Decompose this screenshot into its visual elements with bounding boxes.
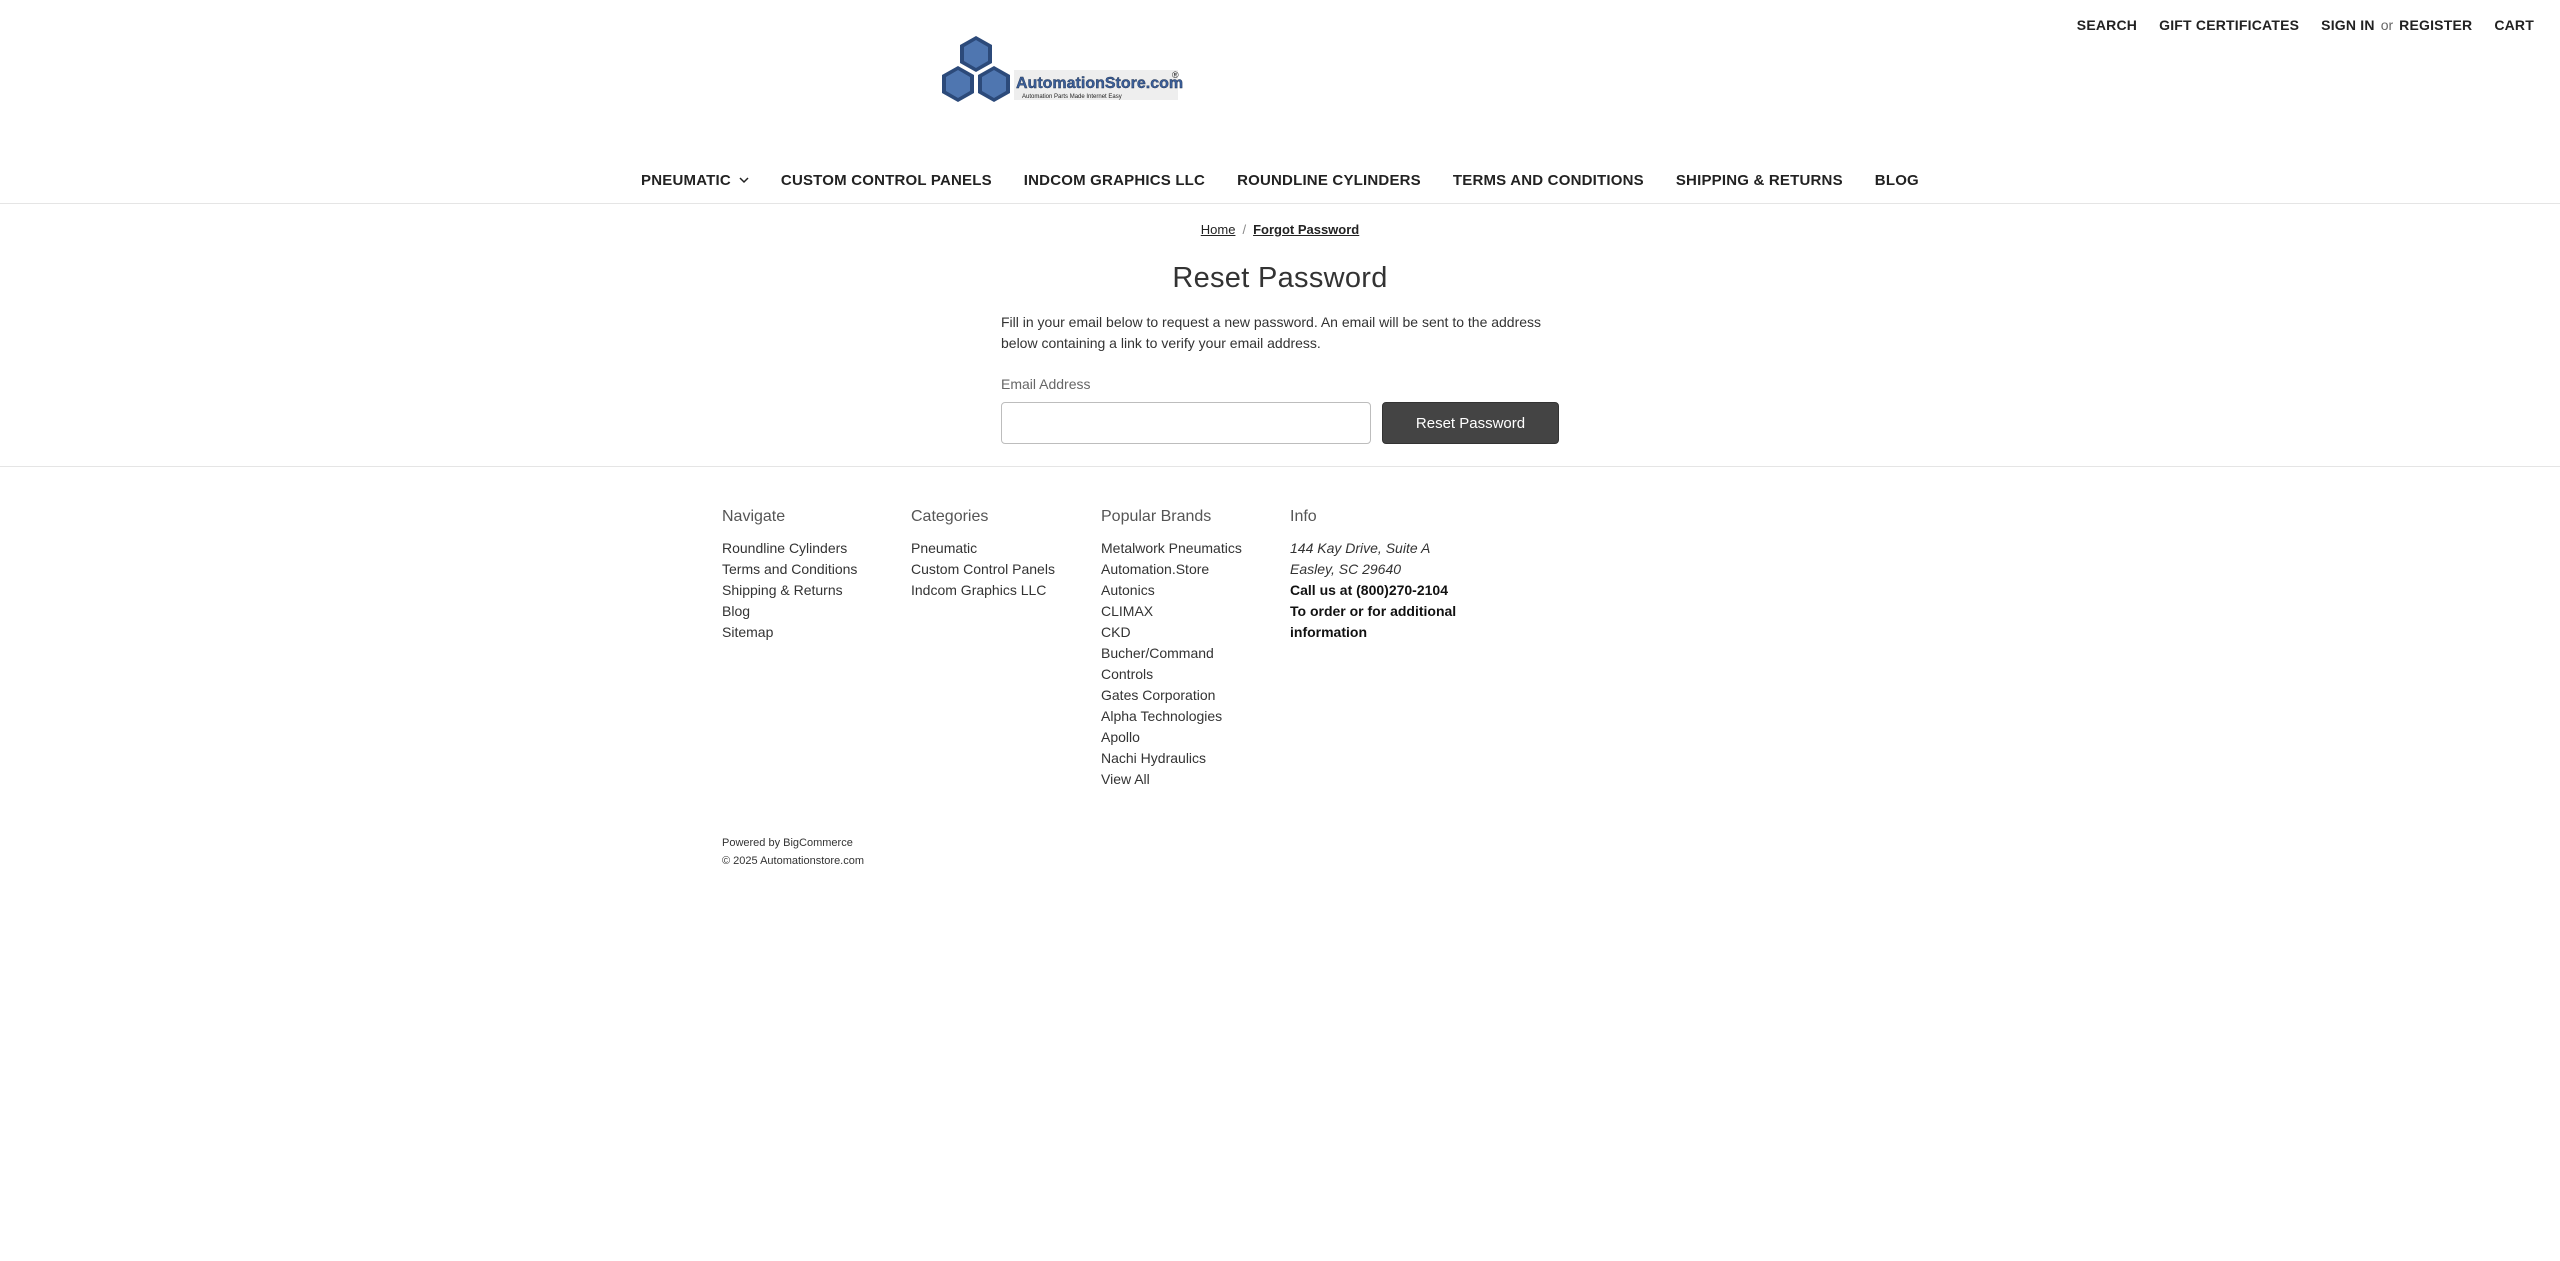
breadcrumb-separator: /	[1242, 222, 1247, 237]
footer-link[interactable]: CLIMAX	[1101, 601, 1261, 622]
footer-link[interactable]: Indcom Graphics LLC	[911, 580, 1101, 601]
chevron-down-icon	[739, 177, 749, 184]
footer-order-note: To order or for additional information	[1290, 603, 1457, 640]
footer-divider	[0, 466, 2560, 467]
footer-link[interactable]: Terms and Conditions	[722, 559, 912, 580]
footer-link[interactable]: Roundline Cylinders	[722, 538, 912, 559]
footer-popular-brands: Popular Brands Metalwork Pneumatics Auto…	[1101, 508, 1261, 790]
register-link[interactable]: REGISTER	[2399, 17, 2472, 33]
footer-navigate-heading: Navigate	[722, 508, 786, 525]
nav-pneumatic-label: PNEUMATIC	[641, 172, 731, 189]
sign-in-link[interactable]: SIGN IN	[2321, 17, 2375, 33]
footer-categories: Categories Pneumatic Custom Control Pane…	[911, 508, 1101, 601]
store-logo[interactable]: AutomationStore.com Automation Parts Mad…	[940, 36, 1184, 108]
nav-pneumatic[interactable]: PNEUMATIC	[641, 172, 749, 189]
footer-address-line2: Easley, SC 29640	[1290, 561, 1402, 577]
footer-info: Info 144 Kay Drive, Suite A Easley, SC 2…	[1290, 508, 1460, 643]
nav-blog[interactable]: BLOG	[1875, 172, 1919, 189]
main-nav: PNEUMATIC CUSTOM CONTROL PANELS INDCOM G…	[0, 158, 2560, 204]
gift-certificates-link[interactable]: GIFT CERTIFICATES	[2159, 17, 2299, 33]
nav-indcom-graphics[interactable]: INDCOM GRAPHICS LLC	[1024, 172, 1205, 189]
footer-link[interactable]: Apollo	[1101, 727, 1261, 748]
footer-categories-heading: Categories	[911, 508, 989, 525]
footer-link[interactable]: Bucher/Command Controls	[1101, 643, 1226, 685]
search-link[interactable]: SEARCH	[2077, 17, 2137, 33]
footer-link[interactable]: Custom Control Panels	[911, 559, 1101, 580]
footer-link[interactable]: Nachi Hydraulics	[1101, 748, 1261, 769]
footer-link[interactable]: Alpha Technologies	[1101, 706, 1261, 727]
form-instructions: Fill in your email below to request a ne…	[1001, 314, 1542, 351]
footer-link[interactable]: CKD	[1101, 622, 1261, 643]
footer-link[interactable]: Automation.Store	[1101, 559, 1261, 580]
breadcrumb-home[interactable]: Home	[1201, 222, 1236, 237]
account-links: SIGN IN or REGISTER	[2321, 17, 2472, 33]
reset-password-button[interactable]: Reset Password	[1382, 402, 1559, 444]
logo-registered-mark: ®	[1172, 70, 1179, 80]
page-title: Reset Password	[1172, 262, 1388, 294]
logo-text: AutomationStore.com	[1016, 75, 1183, 92]
footer-link[interactable]: Sitemap	[722, 622, 912, 643]
nav-terms-and-conditions[interactable]: TERMS AND CONDITIONS	[1453, 172, 1644, 189]
footer-link[interactable]: Blog	[722, 601, 912, 622]
nav-shipping-returns[interactable]: SHIPPING & RETURNS	[1676, 172, 1843, 189]
hexagon-cubes-icon	[942, 36, 1010, 102]
footer-navigate: Navigate Roundline Cylinders Terms and C…	[722, 508, 912, 643]
footer-link[interactable]: Metalwork Pneumatics	[1101, 538, 1261, 559]
footer-address-line1: 144 Kay Drive, Suite A	[1290, 540, 1431, 556]
footer-view-all-link[interactable]: View All	[1101, 769, 1261, 790]
footer-link[interactable]: Gates Corporation	[1101, 685, 1261, 706]
cart-link[interactable]: CART	[2494, 17, 2534, 33]
footer-info-heading: Info	[1290, 508, 1317, 525]
footer-link[interactable]: Autonics	[1101, 580, 1261, 601]
logo-tagline: Automation Parts Made Internet Easy	[1022, 94, 1122, 100]
breadcrumb-forgot-password[interactable]: Forgot Password	[1253, 222, 1359, 237]
breadcrumb: Home / Forgot Password	[0, 222, 2560, 237]
email-label: Email Address	[1001, 376, 1091, 392]
or-text: or	[2380, 17, 2394, 33]
footer-phone: Call us at (800)270-2104	[1290, 582, 1448, 598]
footer-link[interactable]: Shipping & Returns	[722, 580, 912, 601]
footer-brands-heading: Popular Brands	[1101, 508, 1212, 525]
nav-roundline-cylinders[interactable]: ROUNDLINE CYLINDERS	[1237, 172, 1421, 189]
footer-link[interactable]: Pneumatic	[911, 538, 1101, 559]
powered-by[interactable]: Powered by BigCommerce	[722, 837, 853, 849]
copyright: © 2025 Automationstore.com	[722, 855, 865, 867]
email-field[interactable]	[1001, 402, 1371, 444]
nav-custom-control-panels[interactable]: CUSTOM CONTROL PANELS	[781, 172, 992, 189]
utility-nav: SEARCH GIFT CERTIFICATES SIGN IN or REGI…	[2055, 0, 2560, 50]
